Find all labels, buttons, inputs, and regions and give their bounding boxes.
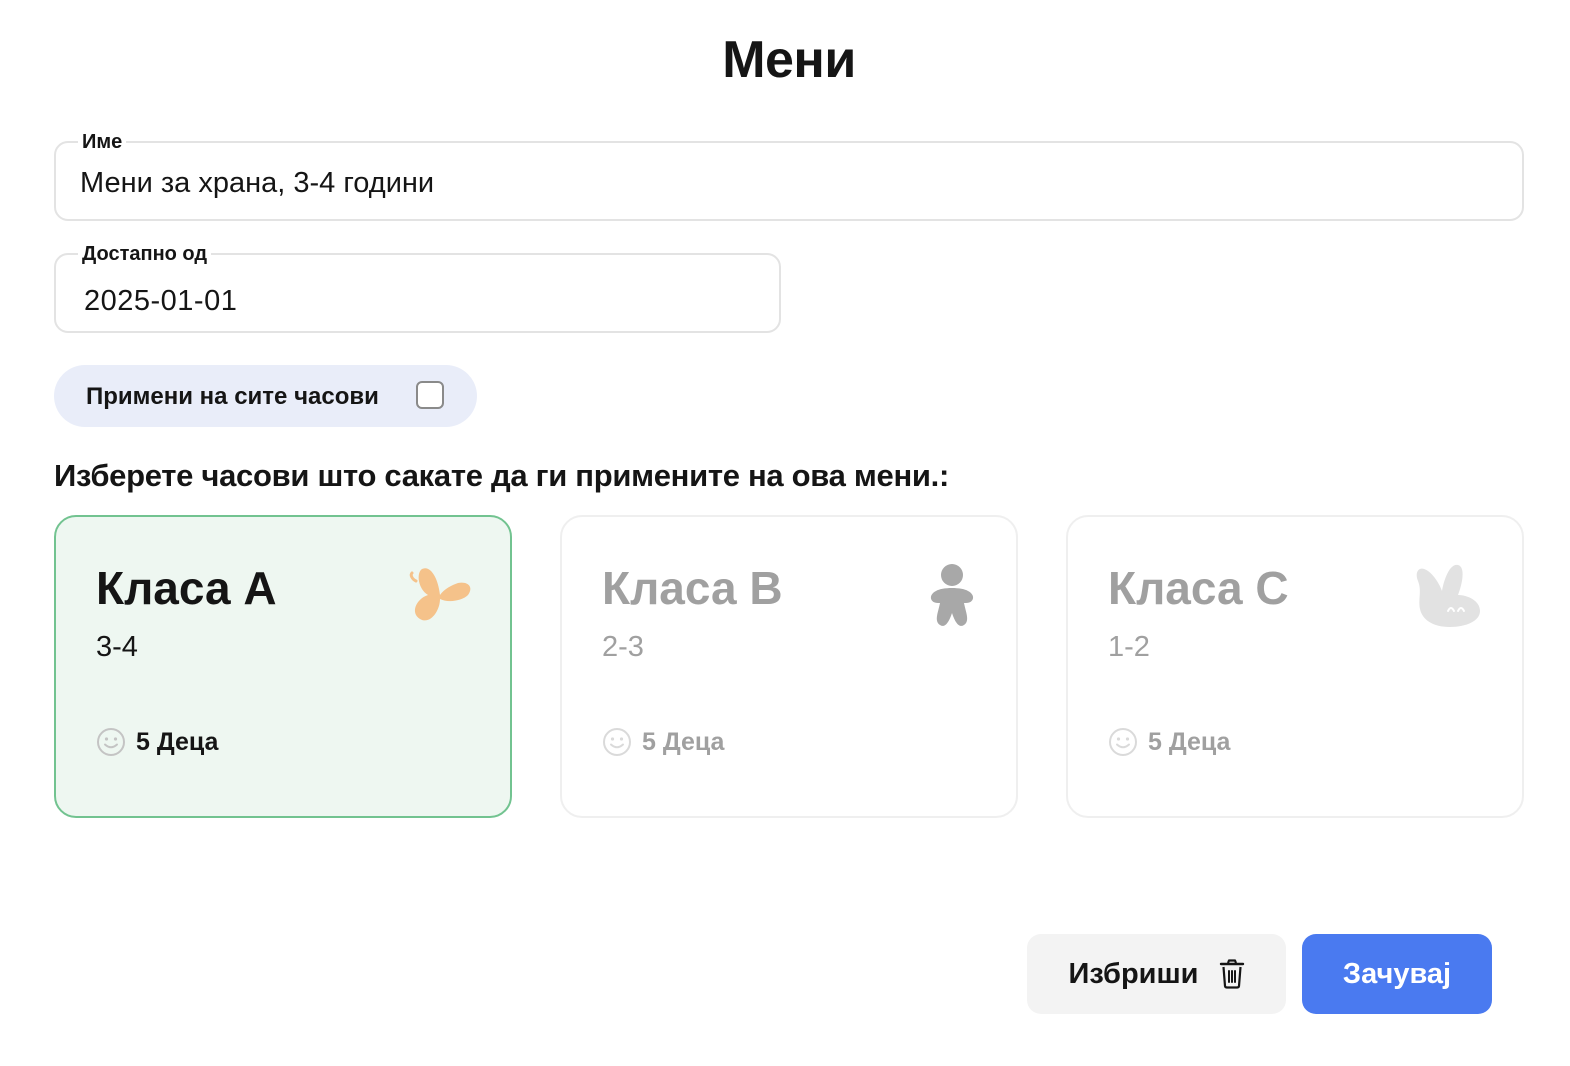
apply-all-toggle[interactable]: Примени на сите часови bbox=[54, 365, 477, 427]
name-field-label: Име bbox=[78, 131, 127, 153]
children-count-label: 5 Деца bbox=[1148, 727, 1231, 756]
class-card-children-count: 5 Деца bbox=[602, 727, 724, 757]
class-card-children-count: 5 Деца bbox=[1108, 727, 1230, 757]
class-card-c[interactable]: Класа C 1-2 5 Деца bbox=[1066, 515, 1524, 818]
available-from-label: Достапно од bbox=[78, 243, 212, 265]
class-card-a[interactable]: Класа А 3-4 5 Деца bbox=[54, 515, 512, 818]
apply-all-checkbox[interactable] bbox=[416, 381, 444, 409]
class-card-title: Класа C bbox=[1108, 562, 1289, 614]
delete-button-label: Избриши bbox=[1068, 957, 1199, 990]
smiley-icon bbox=[1109, 728, 1137, 756]
butterfly-icon bbox=[409, 568, 471, 621]
available-from-field[interactable]: Достапно од 2025-01-01 bbox=[54, 243, 781, 333]
delete-button[interactable]: Избриши bbox=[1027, 934, 1286, 1014]
trash-icon bbox=[1219, 959, 1244, 989]
bunny-icon bbox=[1416, 564, 1480, 627]
class-selection-instruction: Изберете часови што сакате да ги примени… bbox=[54, 458, 949, 493]
children-count-label: 5 Деца bbox=[136, 727, 219, 756]
save-button[interactable]: Зачувај bbox=[1302, 934, 1492, 1014]
smiley-icon bbox=[603, 728, 631, 756]
name-field[interactable]: Име Мени за храна, 3-4 години bbox=[54, 131, 1524, 221]
children-count-label: 5 Деца bbox=[642, 727, 725, 756]
name-input[interactable]: Мени за храна, 3-4 години bbox=[80, 165, 434, 201]
smiley-icon bbox=[97, 728, 125, 756]
available-from-input[interactable]: 2025-01-01 bbox=[84, 283, 237, 319]
class-card-title: Класа B bbox=[602, 562, 783, 614]
page-title: Мени bbox=[722, 31, 856, 89]
class-card-title: Класа А bbox=[96, 562, 277, 614]
class-card-b[interactable]: Класа B 2-3 5 Деца bbox=[560, 515, 1018, 818]
class-card-age: 1-2 bbox=[1108, 631, 1150, 663]
class-card-children-count: 5 Деца bbox=[96, 727, 218, 757]
apply-all-label: Примени на сите часови bbox=[86, 383, 379, 410]
class-card-age: 3-4 bbox=[96, 631, 138, 663]
person-icon bbox=[930, 564, 974, 626]
class-card-age: 2-3 bbox=[602, 631, 644, 663]
